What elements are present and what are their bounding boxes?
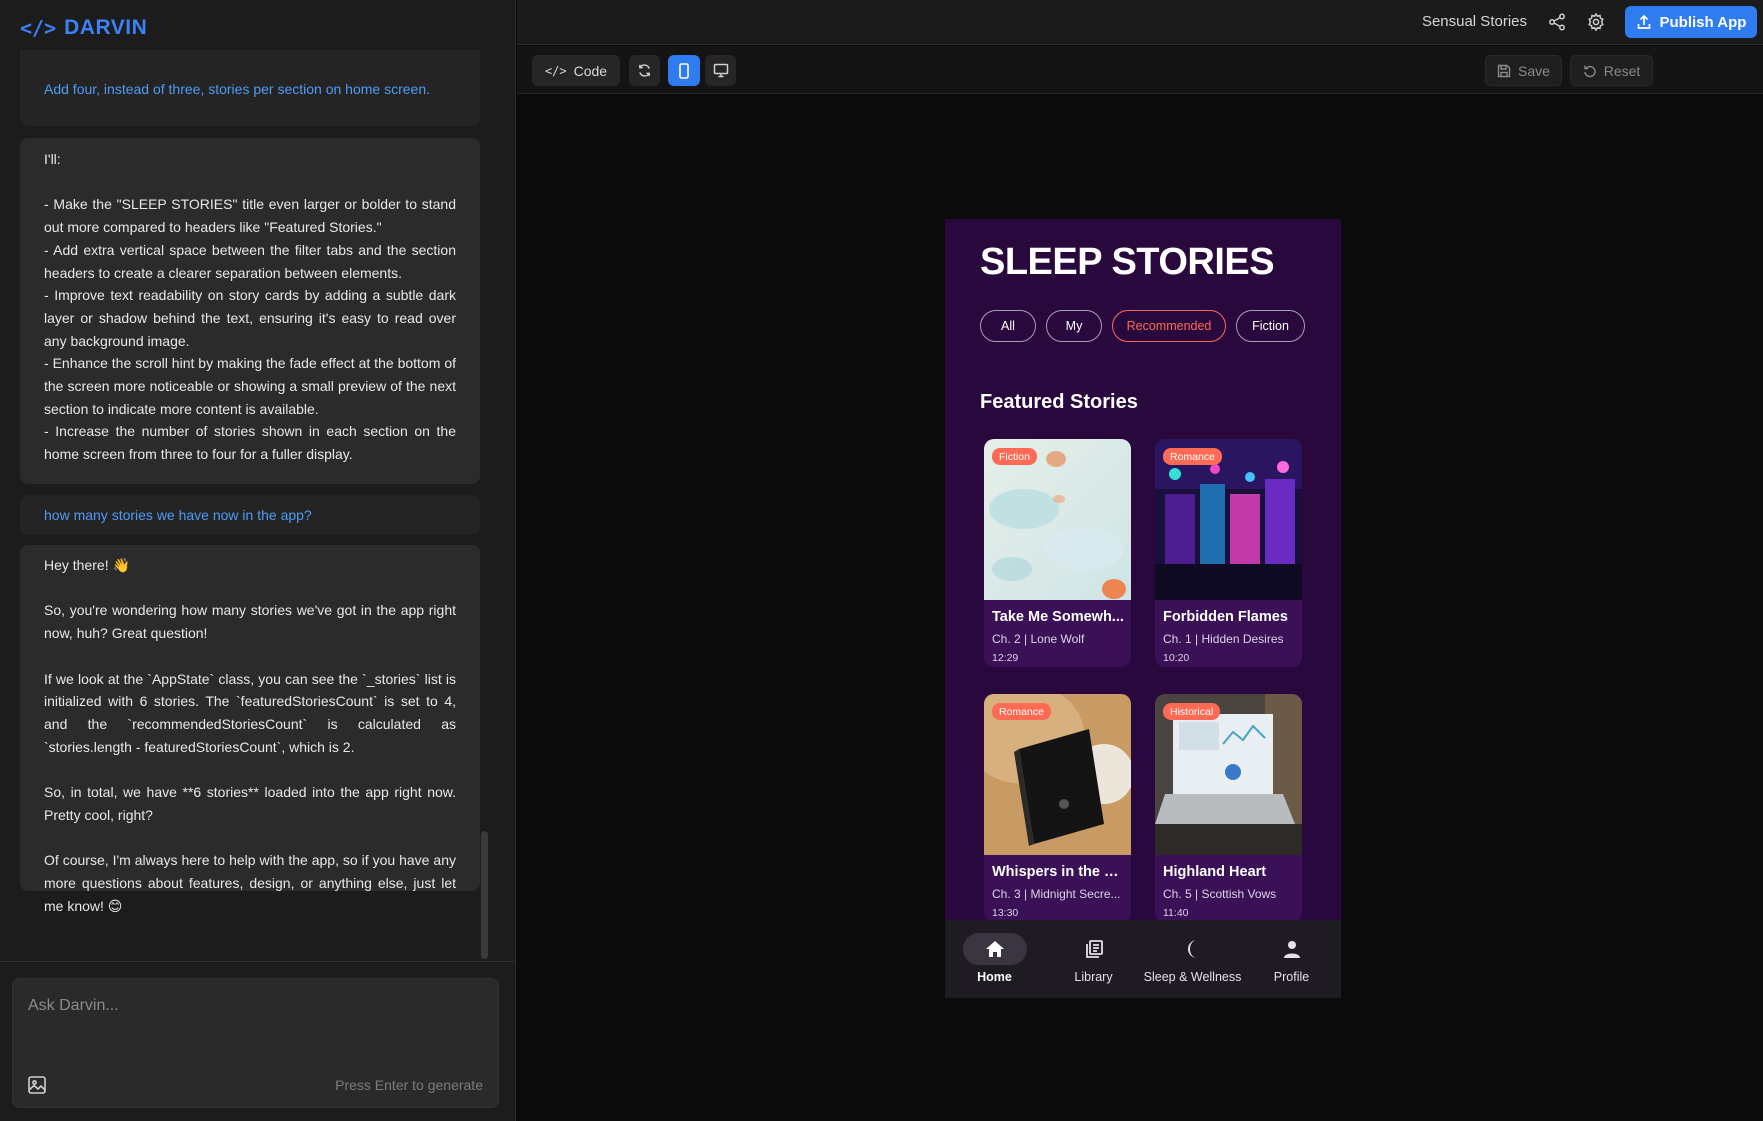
mobile-view-button[interactable]: [668, 55, 700, 86]
story-title: Forbidden Flames: [1163, 609, 1288, 625]
nav-home[interactable]: Home: [945, 920, 1044, 998]
story-card[interactable]: Romance Forbidden Flames Ch. 1 | Hidden …: [1155, 439, 1302, 667]
nav-profile-indicator: [1260, 933, 1324, 965]
app-title: SLEEP STORIES: [980, 241, 1275, 283]
save-icon: [1497, 64, 1511, 77]
brand-name: DARVIN: [64, 16, 148, 39]
chat-history[interactable]: Add four, instead of three, stories per …: [0, 50, 490, 960]
nav-label: Profile: [1273, 970, 1310, 984]
chat-scrollbar[interactable]: [481, 831, 488, 959]
story-card[interactable]: Historical Highland Heart Ch. 5 | Scotti…: [1155, 694, 1302, 922]
upload-icon: [1637, 14, 1650, 29]
chat-message-user: how many stories we have now in the app?: [20, 495, 480, 535]
share-icon[interactable]: [1547, 12, 1567, 32]
app-preview-phone[interactable]: SLEEP STORIES All My Recommended Fiction…: [945, 219, 1341, 998]
nav-profile[interactable]: Profile: [1242, 920, 1341, 998]
chat-message-assistant: Hey there! 👋 So, you're wondering how ma…: [20, 545, 480, 914]
filter-chip-label: Recommended: [1126, 319, 1212, 333]
reset-icon: [1584, 65, 1596, 77]
filter-chip-recommended[interactable]: Recommended: [1112, 310, 1226, 342]
prompt-input[interactable]: Ask Darvin... Press Enter to generate: [12, 978, 499, 1108]
filter-chip-label: My: [1065, 319, 1083, 333]
save-button[interactable]: Save: [1485, 55, 1562, 86]
filter-chip-label: Fiction: [1252, 319, 1289, 333]
story-duration: 10:20: [1163, 652, 1190, 664]
filter-chip-all[interactable]: All: [980, 310, 1036, 342]
reset-label: Reset: [1603, 62, 1641, 79]
refresh-icon: [639, 64, 650, 77]
story-subtitle: Ch. 3 | Midnight Secre...: [992, 887, 1121, 901]
code-button[interactable]: </> Code: [532, 55, 620, 86]
nav-sleep-wellness[interactable]: Sleep & Wellness: [1143, 920, 1242, 998]
top-bar: Sensual Stories Publish App: [517, 0, 1763, 45]
chat-message-user: Add four, instead of three, stories per …: [20, 50, 480, 126]
story-duration: 13:30: [992, 907, 1019, 919]
enter-hint: Press Enter to generate: [335, 1077, 483, 1093]
chat-message-text: Add four, instead of three, stories per …: [44, 81, 430, 97]
moon-icon: [1187, 940, 1197, 958]
nav-library[interactable]: Library: [1044, 920, 1143, 998]
code-logo-icon: </>: [20, 16, 57, 40]
story-genre-tag: Fiction: [992, 448, 1037, 465]
nav-label: Library: [1074, 970, 1113, 984]
story-title: Highland Heart: [1163, 864, 1267, 880]
story-duration: 11:40: [1163, 907, 1189, 919]
refresh-button[interactable]: [629, 55, 660, 86]
story-genre-tag: Romance: [1163, 448, 1222, 465]
filter-chip-fiction[interactable]: Fiction: [1236, 310, 1305, 342]
nav-label: Sleep & Wellness: [1143, 970, 1242, 984]
brand[interactable]: </> DARVIN: [20, 14, 147, 42]
chat-message-text: Hey there! 👋 So, you're wondering how ma…: [44, 557, 456, 914]
filter-chip-my[interactable]: My: [1046, 310, 1102, 342]
code-icon: </>: [544, 63, 567, 78]
story-subtitle: Ch. 1 | Hidden Desires: [1163, 632, 1284, 646]
section-title: Featured Stories: [980, 391, 1138, 413]
phone-icon: [679, 62, 689, 79]
story-genre-tag: Historical: [1163, 703, 1221, 720]
nav-library-indicator: [1062, 933, 1126, 965]
preview-toolbar: </> Code Save Reset: [517, 46, 1763, 94]
story-card[interactable]: Fiction Take Me Somewh... Ch. 2 | Lone W…: [984, 439, 1131, 667]
nav-home-indicator: [962, 933, 1027, 965]
story-genre-tag: Romance: [992, 703, 1051, 720]
monitor-icon: [713, 63, 728, 78]
bottom-navigation: Home Library Sleep & Wellness Profile: [945, 920, 1341, 998]
save-label: Save: [1518, 62, 1550, 79]
chat-message-text: how many stories we have now in the app?: [44, 507, 312, 523]
publish-app-button[interactable]: Publish App: [1625, 6, 1757, 38]
chat-panel: </> DARVIN Add four, instead of three, s…: [0, 0, 516, 1121]
story-subtitle: Ch. 5 | Scottish Vows: [1163, 887, 1277, 901]
filter-chip-label: All: [1001, 319, 1015, 333]
code-label: Code: [573, 62, 608, 79]
library-icon: [1085, 940, 1103, 958]
chat-message-text: I'll: - Make the "SLEEP STORIES" title e…: [44, 151, 456, 463]
divider: [0, 961, 516, 962]
home-icon: [985, 941, 1004, 957]
story-title: Whispers in the Da...: [992, 864, 1124, 880]
prompt-placeholder: Ask Darvin...: [28, 997, 119, 1014]
nav-label: Home: [977, 970, 1012, 984]
image-icon[interactable]: [27, 1075, 47, 1095]
publish-label: Publish App: [1659, 13, 1747, 31]
reset-button[interactable]: Reset: [1570, 55, 1653, 86]
chat-message-assistant: I'll: - Make the "SLEEP STORIES" title e…: [20, 138, 480, 484]
project-name[interactable]: Sensual Stories: [1422, 13, 1527, 30]
gear-icon[interactable]: [1586, 12, 1606, 32]
person-icon: [1283, 941, 1300, 958]
story-subtitle: Ch. 2 | Lone Wolf: [992, 632, 1085, 646]
story-title: Take Me Somewh...: [992, 609, 1124, 625]
story-card[interactable]: Romance Whispers in the Da... Ch. 3 | Mi…: [984, 694, 1131, 922]
story-duration: 12:29: [992, 652, 1019, 664]
desktop-view-button[interactable]: [705, 55, 736, 86]
nav-sleep-indicator: [1161, 933, 1225, 965]
